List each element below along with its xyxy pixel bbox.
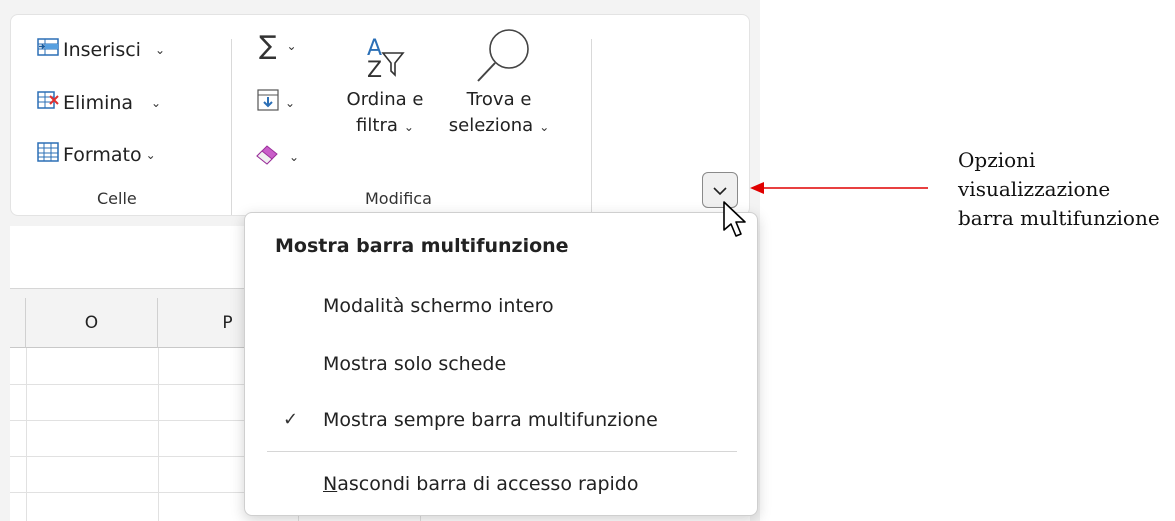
insert-cells-icon [37, 37, 59, 62]
chevron-down-icon: ⌄ [289, 149, 300, 164]
clear-button[interactable]: ⌄ [255, 143, 299, 170]
menu-item-always-show-ribbon[interactable]: Mostra sempre barra multifunzione [323, 409, 658, 431]
callout-text: Opzioni visualizzazione barra multifunzi… [958, 146, 1160, 233]
chevron-down-icon: ⌄ [539, 120, 550, 134]
menu-divider [267, 451, 737, 452]
insert-cells-button[interactable]: Inserisci ⌄ [37, 37, 165, 62]
delete-cells-button[interactable]: Elimina ⌄ [37, 90, 161, 115]
sort-filter-label-line1: Ordina e [346, 89, 424, 110]
fill-icon [257, 89, 279, 116]
insert-cells-label: Inserisci [63, 38, 141, 61]
format-cells-icon [37, 142, 59, 167]
autosum-icon: ∑ [259, 31, 277, 61]
menu-item-hide-quick-access-label: ascondi barra di accesso rapido [337, 473, 639, 495]
group-separator [591, 39, 592, 215]
chevron-down-icon: ⌄ [154, 42, 166, 57]
sort-filter-button[interactable]: AZ Ordina e filtra ⌄ [333, 31, 437, 140]
chevron-down-icon: ⌄ [145, 147, 156, 162]
ribbon: Inserisci ⌄ Elimina ⌄ Formato ⌄ Celle ∑ … [10, 14, 750, 216]
callout-line3: barra multifunzione [958, 206, 1160, 230]
autosum-button[interactable]: ∑ ⌄ [259, 31, 297, 61]
find-icon [437, 25, 561, 87]
find-select-label-line1: Trova e [466, 89, 532, 110]
chevron-down-icon [712, 181, 728, 200]
check-icon: ✓ [283, 409, 299, 430]
clear-icon [255, 143, 281, 170]
column-header-o-label: O [84, 312, 99, 333]
svg-text:Z: Z [367, 58, 382, 83]
delete-cells-icon [37, 90, 59, 115]
column-header-p-label: P [222, 312, 233, 333]
menu-title: Mostra barra multifunzione [275, 235, 569, 257]
grid-line [26, 348, 27, 521]
find-select-button[interactable]: Trova e seleziona ⌄ [437, 25, 561, 140]
group-separator [231, 39, 232, 215]
group-label-modifica: Modifica [365, 189, 432, 208]
fill-button[interactable]: ⌄ [257, 89, 295, 116]
chevron-down-icon: ⌄ [151, 95, 162, 110]
grid-line [158, 348, 159, 521]
sort-filter-icon: AZ [333, 31, 437, 87]
menu-item-show-tabs-only[interactable]: Mostra solo schede [323, 353, 506, 375]
format-cells-label: Formato [63, 143, 142, 166]
callout-line2: visualizzazione [958, 177, 1111, 201]
callout-arrow [748, 180, 938, 200]
menu-item-mnemonic: N [323, 473, 338, 495]
find-select-label-line2: seleziona [448, 115, 534, 136]
chevron-down-icon: ⌄ [285, 95, 296, 110]
callout-line1: Opzioni [958, 148, 1036, 172]
column-header-o[interactable]: O [26, 298, 158, 348]
format-cells-button[interactable]: Formato ⌄ [37, 142, 156, 167]
delete-cells-label: Elimina [63, 91, 134, 114]
menu-item-fullscreen[interactable]: Modalità schermo intero [323, 295, 554, 317]
menu-item-hide-quick-access[interactable]: Nascondi barra di accesso rapido [323, 473, 638, 495]
ribbon-display-menu: Mostra barra multifunzione Modalità sche… [244, 212, 758, 516]
column-header-prev [10, 298, 26, 348]
mouse-cursor-icon [722, 200, 748, 244]
group-label-celle: Celle [97, 189, 137, 208]
sort-filter-label-line2: filtra [356, 115, 398, 136]
chevron-down-icon: ⌄ [286, 39, 297, 53]
chevron-down-icon: ⌄ [403, 120, 414, 134]
